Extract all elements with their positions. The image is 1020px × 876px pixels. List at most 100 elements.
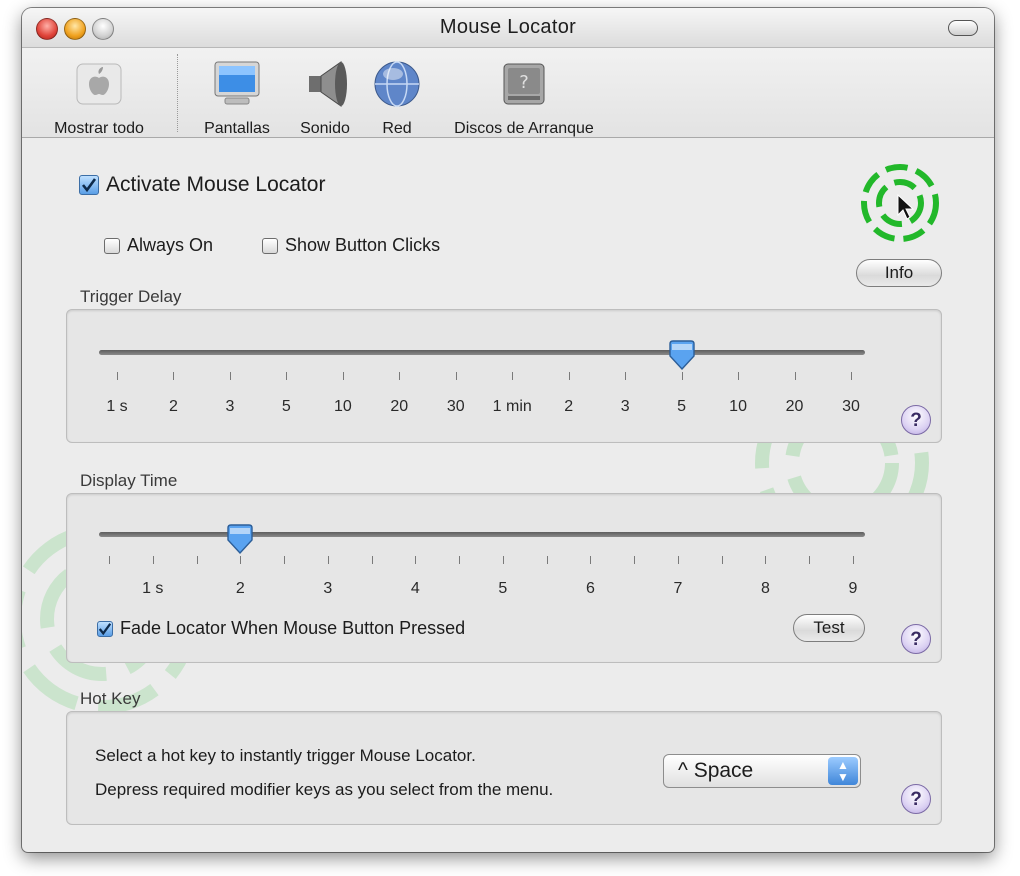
display-time-tick-label: 5 (498, 580, 508, 597)
toolbar-item-network[interactable]: Red (368, 52, 426, 138)
window-title: Mouse Locator (439, 16, 577, 38)
always-on-label: Always On (127, 235, 214, 255)
display-time-title: Display Time (80, 471, 178, 490)
trigger-delay-tick-label: 2 (169, 398, 178, 415)
trigger-delay-tick (738, 372, 740, 380)
toolbar-label-displays: Pantallas (204, 120, 270, 137)
info-button[interactable]: Info (856, 259, 942, 287)
show-clicks-checkbox[interactable] (262, 237, 278, 254)
trigger-delay-title: Trigger Delay (80, 287, 182, 306)
title-bar: Mouse Locator (22, 8, 994, 48)
display-time-tick (765, 556, 767, 564)
trigger-delay-tick-label: 1 min (492, 398, 532, 415)
trigger-delay-tick (117, 372, 118, 380)
trigger-delay-tick-label: 10 (729, 398, 747, 415)
trigger-delay-slider-thumb[interactable] (668, 340, 696, 370)
toolbar: Mostrar todo Pantallas Sonido Red ? Disc… (22, 48, 994, 138)
trigger-delay-tick-label: 3 (620, 398, 630, 415)
preferences-content: Activate Mouse Locator Always On Show Bu… (22, 139, 994, 852)
display-time-tick (415, 556, 417, 564)
apple-logo-icon (38, 52, 160, 114)
startup-disk-icon: ? (436, 52, 612, 114)
trigger-delay-tick-label: 10 (333, 398, 352, 415)
fade-row[interactable]: Fade Locator When Mouse Button Pressed (97, 618, 465, 639)
toolbar-divider (177, 54, 178, 132)
hot-key-popup[interactable]: ^ Space ▲ ▼ (663, 754, 861, 788)
toolbar-item-show-all[interactable]: Mostrar todo (38, 52, 160, 138)
trigger-delay-tick (173, 372, 175, 380)
toolbar-item-sound[interactable]: Sonido (290, 52, 360, 138)
display-time-tick (590, 556, 592, 564)
mouse-locator-logo-icon (861, 164, 939, 242)
display-time-help-button[interactable]: ? (901, 624, 931, 654)
display-icon (194, 52, 280, 114)
display-time-tick (853, 556, 854, 564)
display-time-tick (634, 556, 636, 564)
speaker-icon (290, 52, 360, 114)
fade-checkbox[interactable] (97, 620, 113, 637)
display-time-tick (809, 556, 811, 564)
trigger-delay-tick (229, 372, 231, 380)
trigger-delay-tick-label: 20 (390, 398, 409, 415)
hot-key-help-button[interactable]: ? (901, 784, 931, 814)
trigger-delay-tick-label: 2 (564, 398, 574, 415)
fade-label: Fade Locator When Mouse Button Pressed (120, 618, 466, 638)
display-time-tick (152, 556, 154, 564)
trigger-delay-tick-label: 5 (677, 398, 687, 415)
display-time-tick-label: 8 (761, 580, 770, 597)
display-time-tick-label: 6 (585, 580, 595, 597)
activate-label: Activate Mouse Locator (106, 173, 326, 196)
toolbar-label-sound: Sonido (300, 120, 350, 137)
toolbar-toggle-button[interactable] (948, 20, 978, 36)
activate-row[interactable]: Activate Mouse Locator (79, 173, 325, 197)
trigger-delay-tick (851, 372, 852, 380)
svg-text:?: ? (519, 72, 529, 93)
display-time-tick-label: 3 (323, 580, 333, 597)
trigger-delay-tick (512, 372, 514, 380)
trigger-delay-tick (625, 372, 627, 380)
toolbar-item-displays[interactable]: Pantallas (194, 52, 280, 138)
toolbar-label-startup-disk: Discos de Arranque (454, 120, 594, 137)
preferences-window: Mouse Locator Mostrar todo Pantallas Son… (22, 8, 994, 852)
display-time-tick (502, 556, 504, 564)
display-time-tick (371, 556, 373, 564)
display-time-tick (240, 556, 242, 564)
display-time-tick-label: 9 (848, 580, 858, 597)
activate-checkbox[interactable] (79, 175, 99, 195)
always-on-row[interactable]: Always On (104, 235, 213, 256)
trigger-delay-tick-label: 3 (225, 398, 235, 415)
trigger-delay-tick-label: 5 (281, 398, 291, 415)
trigger-delay-tick (455, 372, 457, 380)
display-time-tick-label: 7 (673, 580, 683, 597)
display-time-tick (327, 556, 329, 564)
display-time-tick (109, 556, 110, 564)
display-time-tick-label: 1 s (142, 580, 164, 597)
display-time-tick (459, 556, 461, 564)
show-clicks-label: Show Button Clicks (285, 235, 441, 255)
show-clicks-row[interactable]: Show Button Clicks (262, 235, 440, 256)
trigger-delay-track[interactable] (99, 350, 865, 355)
display-time-tick (546, 556, 548, 564)
display-time-tick-label: 2 (235, 580, 245, 597)
test-button[interactable]: Test (793, 614, 865, 642)
toolbar-label-network: Red (382, 120, 412, 137)
always-on-checkbox[interactable] (104, 237, 120, 254)
trigger-delay-tick-label: 30 (842, 398, 860, 415)
trigger-delay-help-button[interactable]: ? (901, 405, 931, 435)
hot-key-selected-value: ^ Space (678, 759, 754, 782)
trigger-delay-tick (399, 372, 401, 380)
trigger-delay-tick (568, 372, 570, 380)
hot-key-instruction-1: Select a hot key to instantly trigger Mo… (95, 746, 476, 765)
hot-key-group: Select a hot key to instantly trigger Mo… (66, 711, 942, 825)
trigger-delay-tick-label: 20 (785, 398, 804, 415)
display-time-track[interactable] (99, 532, 865, 537)
display-time-slider-thumb[interactable] (226, 524, 254, 554)
trigger-delay-tick (794, 372, 796, 380)
trigger-delay-tick (286, 372, 288, 380)
display-time-tick-label: 4 (410, 580, 420, 597)
toolbar-item-startup-disk[interactable]: ? Discos de Arranque (436, 52, 612, 138)
hot-key-instruction-2: Depress required modifier keys as you se… (95, 780, 554, 799)
display-time-tick (196, 556, 198, 564)
trigger-delay-group: 1 s 2 3 5 10 20 30 1 min 2 3 5 10 20 30 ? (66, 309, 942, 443)
display-time-tick (677, 556, 679, 564)
